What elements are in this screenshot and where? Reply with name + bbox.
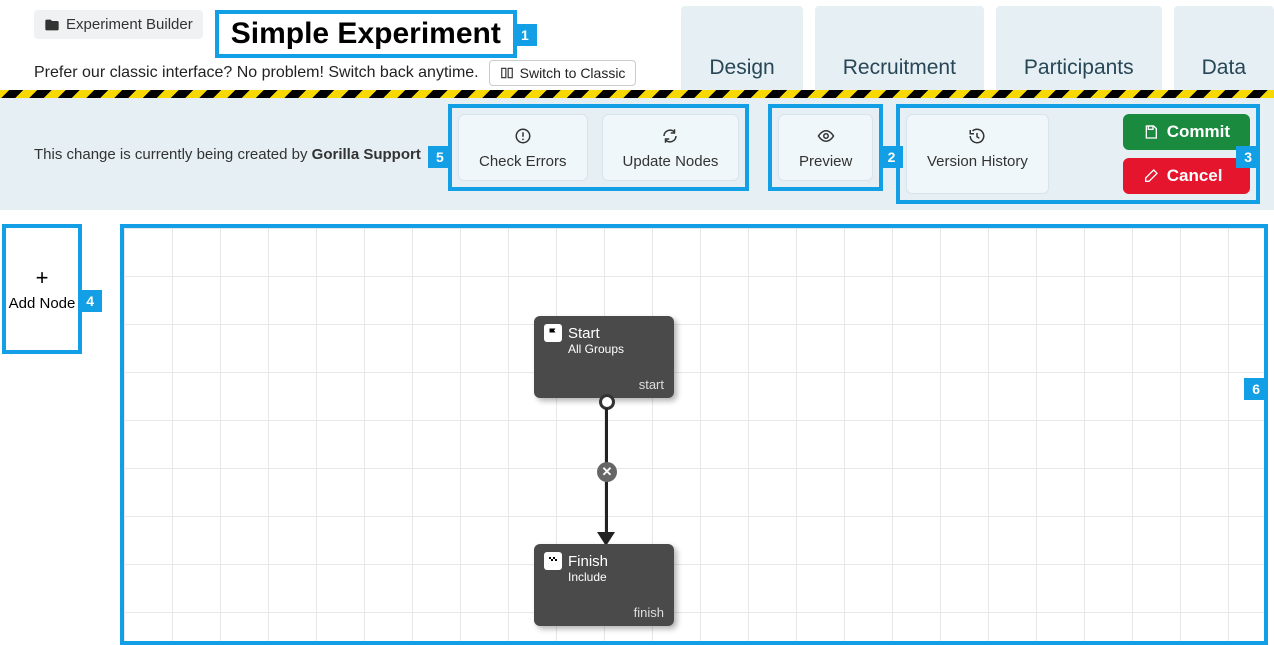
node-start-foot: start xyxy=(639,377,664,392)
commit-button[interactable]: Commit xyxy=(1123,114,1250,150)
breadcrumb-label: Experiment Builder xyxy=(66,16,193,33)
canvas-area: + Add Node 4 6 Start All Groups start ✕ xyxy=(0,210,1274,645)
callout-box-5: 5 Check Errors Update Nodes xyxy=(448,104,749,191)
cancel-button[interactable]: Cancel xyxy=(1123,158,1250,194)
save-icon xyxy=(1143,124,1159,140)
refresh-icon xyxy=(661,127,679,145)
callout-badge-6: 6 xyxy=(1244,378,1268,400)
node-start[interactable]: Start All Groups start xyxy=(534,316,674,398)
tab-data[interactable]: Data xyxy=(1174,6,1274,90)
page-title: Simple Experiment xyxy=(231,17,501,50)
flag-icon xyxy=(544,324,562,342)
check-errors-button[interactable]: Check Errors xyxy=(458,114,588,181)
tab-participants[interactable]: Participants xyxy=(996,6,1162,90)
experiment-canvas[interactable]: 6 Start All Groups start ✕ Finish Includ… xyxy=(120,224,1268,645)
toolbar: This change is currently being created b… xyxy=(0,98,1274,210)
version-history-button[interactable]: Version History xyxy=(906,114,1049,194)
breadcrumb-builder[interactable]: Experiment Builder xyxy=(34,10,203,39)
switch-to-classic-button[interactable]: Switch to Classic xyxy=(489,60,637,86)
node-finish-sub: Include xyxy=(568,570,664,584)
eye-icon xyxy=(817,127,835,145)
node-finish-foot: finish xyxy=(634,605,664,620)
alert-icon xyxy=(514,127,532,145)
connector-delete-button[interactable]: ✕ xyxy=(597,462,617,482)
classic-switch-text: Prefer our classic interface? No problem… xyxy=(34,64,479,82)
callout-badge-4: 4 xyxy=(78,290,102,312)
classic-switch-row: Prefer our classic interface? No problem… xyxy=(34,60,636,86)
switch-label: Switch to Classic xyxy=(520,65,626,81)
callout-box-2: Preview 2 xyxy=(768,104,883,191)
history-icon xyxy=(968,127,986,145)
grid-background xyxy=(124,228,1264,641)
commit-cancel-group: Commit Cancel xyxy=(1123,114,1250,194)
node-finish[interactable]: Finish Include finish xyxy=(534,544,674,626)
plus-icon: + xyxy=(36,265,49,291)
add-node-label: Add Node xyxy=(9,295,76,313)
page-title-box: Simple Experiment 1 xyxy=(215,10,517,58)
node-finish-title: Finish xyxy=(568,553,608,570)
flag-checkered-icon xyxy=(544,552,562,570)
hazard-stripe xyxy=(0,90,1274,98)
tab-recruitment[interactable]: Recruitment xyxy=(815,6,984,90)
node-start-sub: All Groups xyxy=(568,342,664,356)
node-start-title: Start xyxy=(568,325,600,342)
eraser-icon xyxy=(1143,168,1159,184)
change-author: Gorilla Support xyxy=(312,146,421,163)
callout-badge-3: 3 xyxy=(1236,146,1260,168)
add-node-button[interactable]: + Add Node 4 xyxy=(2,224,82,354)
columns-icon xyxy=(500,66,514,80)
main-tabs: Design Recruitment Participants Data xyxy=(681,0,1274,90)
tab-design[interactable]: Design xyxy=(681,6,802,90)
change-notice: This change is currently being created b… xyxy=(34,146,421,163)
callout-badge-1: 1 xyxy=(513,24,537,46)
callout-box-3: Version History Commit Cancel 3 xyxy=(896,104,1260,204)
folder-open-icon xyxy=(44,17,60,33)
preview-button[interactable]: Preview xyxy=(778,114,873,181)
callout-badge-5: 5 xyxy=(428,146,452,168)
update-nodes-button[interactable]: Update Nodes xyxy=(602,114,740,181)
